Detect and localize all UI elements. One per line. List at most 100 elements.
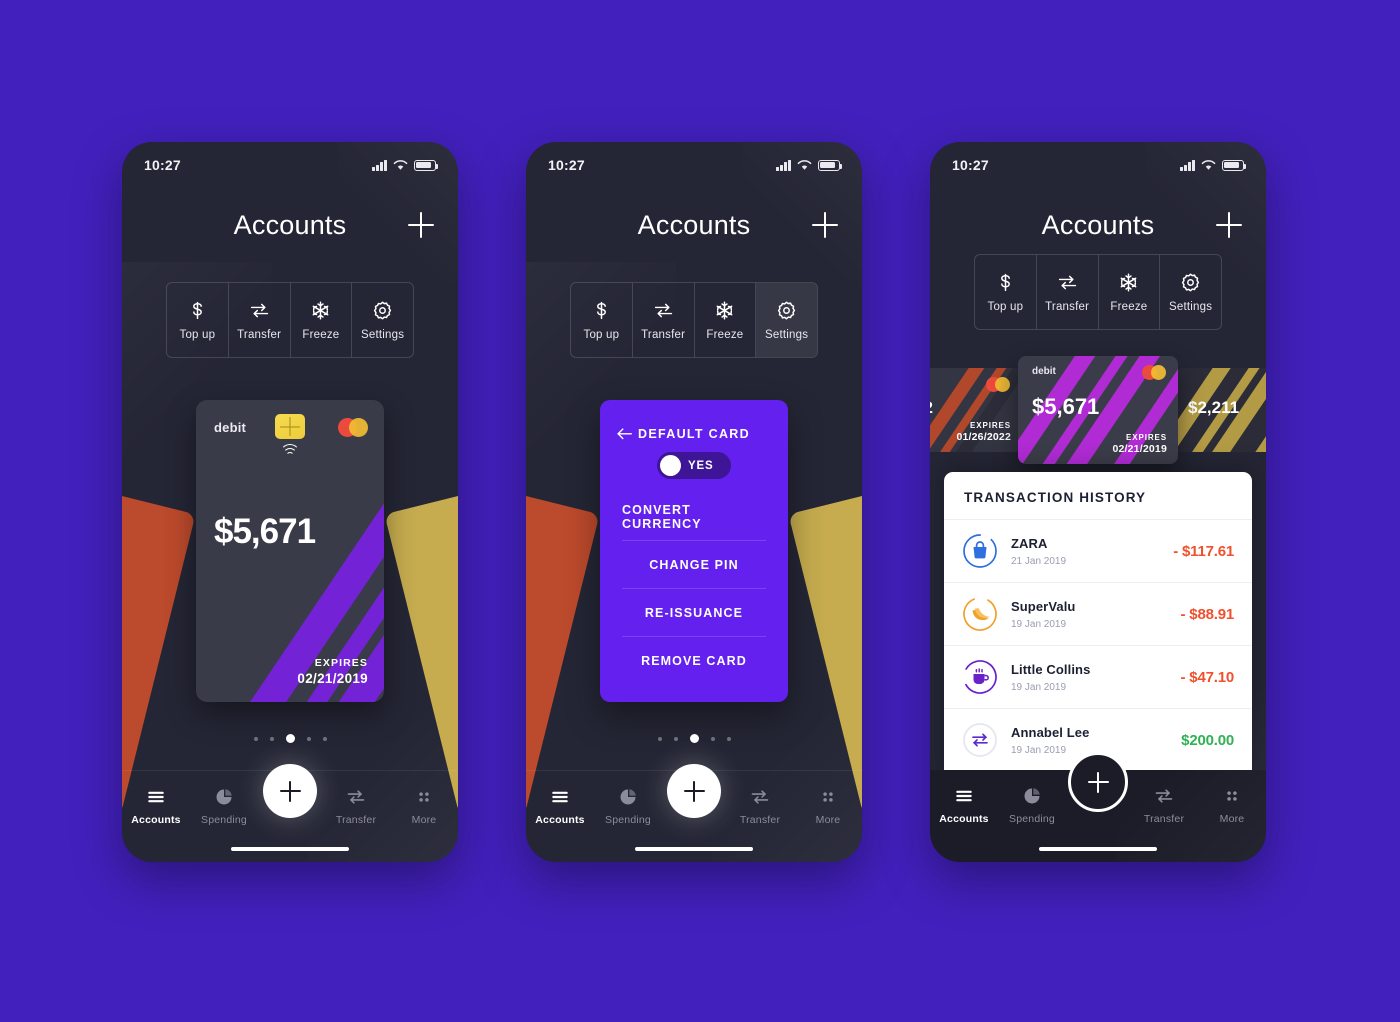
pager-dot[interactable] xyxy=(657,736,662,741)
carousel-card-active[interactable]: debit $5,671 EXPIRES 02/21/2019 xyxy=(1018,356,1178,464)
tab-accounts[interactable]: Accounts xyxy=(930,786,998,825)
menu-item-change-pin[interactable]: CHANGE PIN xyxy=(622,540,766,588)
screenshot-stage: 10:27 Accounts Top up Transfer Freeze Se… xyxy=(0,0,1400,1022)
add-account-button[interactable] xyxy=(408,212,434,238)
carousel-card-previous[interactable]: 32 EXPIRES 01/26/2022 xyxy=(930,368,1022,452)
card-balance: $5,671 xyxy=(214,512,316,551)
status-bar-indicators xyxy=(1180,159,1247,171)
signal-bars-icon xyxy=(372,159,387,171)
pager-dot[interactable] xyxy=(253,736,258,741)
menu-item-convert-currency[interactable]: CONVERT CURRENCY xyxy=(622,493,766,540)
card-pager[interactable] xyxy=(122,734,458,743)
tab-more[interactable]: More xyxy=(1198,786,1266,825)
action-transfer[interactable]: Transfer xyxy=(229,283,291,357)
battery-icon xyxy=(1222,159,1247,171)
tab-spending[interactable]: Spending xyxy=(594,787,662,826)
tab-accounts-label: Accounts xyxy=(535,814,585,826)
pager-dot[interactable] xyxy=(322,736,327,741)
action-freeze[interactable]: Freeze xyxy=(1099,255,1161,329)
table-row[interactable]: ZARA 21 Jan 2019 - $117.61 xyxy=(944,519,1252,582)
pager-dot[interactable] xyxy=(726,736,731,741)
card-type-label: debit xyxy=(214,420,247,435)
action-top-up[interactable]: Top up xyxy=(975,255,1037,329)
transaction-info: SuperValu 19 Jan 2019 xyxy=(1011,598,1181,630)
card-peek-right[interactable] xyxy=(384,482,458,816)
grid-dots-icon xyxy=(414,787,434,807)
pager-dot[interactable] xyxy=(673,736,678,741)
debit-card[interactable]: debit $5,671 EXPIRES 02/21/2019 xyxy=(196,400,384,702)
transaction-date: 19 Jan 2019 xyxy=(1011,619,1067,630)
tab-transfer[interactable]: Transfer xyxy=(322,787,390,826)
action-settings[interactable]: Settings xyxy=(756,283,817,357)
action-transfer-label: Transfer xyxy=(237,328,282,341)
table-row[interactable]: Little Collins 19 Jan 2019 - $47.10 xyxy=(944,645,1252,708)
tab-transfer[interactable]: Transfer xyxy=(726,787,794,826)
add-account-button[interactable] xyxy=(812,212,838,238)
pager-dot-active[interactable] xyxy=(285,734,295,743)
action-settings[interactable]: Settings xyxy=(352,283,413,357)
carousel-card-next[interactable]: $2,211 xyxy=(1174,368,1266,452)
pie-chart-icon xyxy=(618,787,638,807)
transaction-amount: - $117.61 xyxy=(1173,542,1234,560)
action-transfer[interactable]: Transfer xyxy=(633,283,695,357)
tab-spending-label: Spending xyxy=(201,814,247,826)
action-top-up-label: Top up xyxy=(987,300,1024,313)
transfer-arrows-icon xyxy=(653,300,674,321)
action-transfer[interactable]: Transfer xyxy=(1037,255,1099,329)
plus-icon xyxy=(1087,771,1109,793)
tab-accounts[interactable]: Accounts xyxy=(122,787,190,826)
pager-dot[interactable] xyxy=(269,736,274,741)
status-bar-indicators xyxy=(776,159,843,171)
action-settings[interactable]: Settings xyxy=(1160,255,1221,329)
action-top-up[interactable]: Top up xyxy=(571,283,633,357)
card-peek-right[interactable] xyxy=(788,482,862,816)
add-fab-button[interactable] xyxy=(1068,752,1128,812)
quick-action-bar: Top up Transfer Freeze Settings xyxy=(974,254,1222,330)
dollar-icon xyxy=(591,300,612,321)
pager-dot-active[interactable] xyxy=(689,734,699,743)
card-carousel[interactable]: 32 EXPIRES 01/26/2022 $2,211 xyxy=(930,356,1266,464)
transaction-date: 21 Jan 2019 xyxy=(1011,556,1067,567)
transaction-amount: $200.00 xyxy=(1181,731,1234,749)
back-arrow-icon[interactable] xyxy=(616,427,633,441)
menu-item-re-issuance[interactable]: RE-ISSUANCE xyxy=(622,588,766,636)
toggle-knob xyxy=(660,455,681,476)
pager-dot[interactable] xyxy=(306,736,311,741)
action-top-up[interactable]: Top up xyxy=(167,283,229,357)
action-settings-label: Settings xyxy=(765,328,809,341)
tab-more[interactable]: More xyxy=(390,787,458,826)
menu-item-label: RE-ISSUANCE xyxy=(644,605,744,620)
tab-spending-label: Spending xyxy=(1009,813,1055,825)
tab-more-label: More xyxy=(1219,813,1245,825)
add-account-button[interactable] xyxy=(1216,212,1242,238)
tab-accounts[interactable]: Accounts xyxy=(526,787,594,826)
pager-dot[interactable] xyxy=(710,736,715,741)
table-row[interactable]: SuperValu 19 Jan 2019 - $88.91 xyxy=(944,582,1252,645)
add-fab-button[interactable] xyxy=(667,764,721,818)
action-freeze[interactable]: Freeze xyxy=(291,283,353,357)
default-card-toggle[interactable]: YES xyxy=(657,452,731,479)
tab-spending[interactable]: Spending xyxy=(998,786,1066,825)
card-peek-left[interactable] xyxy=(122,482,196,816)
action-freeze-label: Freeze xyxy=(706,328,744,341)
tab-more[interactable]: More xyxy=(794,787,862,826)
tab-transfer-label: Transfer xyxy=(739,814,781,826)
card-pager[interactable] xyxy=(526,734,862,743)
card-peek-left[interactable] xyxy=(526,482,600,816)
menu-item-label: CONVERT CURRENCY xyxy=(622,502,702,531)
action-freeze[interactable]: Freeze xyxy=(695,283,757,357)
tab-transfer-label: Transfer xyxy=(1143,813,1185,825)
transaction-name: SuperValu xyxy=(1011,599,1076,614)
tab-transfer[interactable]: Transfer xyxy=(1130,786,1198,825)
menu-item-label: REMOVE CARD xyxy=(641,653,747,668)
home-indicator xyxy=(231,846,349,851)
modal-title: DEFAULT CARD xyxy=(638,427,750,441)
snowflake-icon xyxy=(714,300,735,321)
home-indicator xyxy=(635,846,753,851)
card-expiry-label: EXPIRES xyxy=(1126,433,1167,442)
menu-item-remove-card[interactable]: REMOVE CARD xyxy=(622,636,766,684)
tab-spending[interactable]: Spending xyxy=(190,787,258,826)
add-fab-button[interactable] xyxy=(263,764,317,818)
wifi-icon xyxy=(1201,159,1216,170)
card-settings-modal: DEFAULT CARD YES CONVERT CURRENCY CHANGE… xyxy=(600,400,788,702)
